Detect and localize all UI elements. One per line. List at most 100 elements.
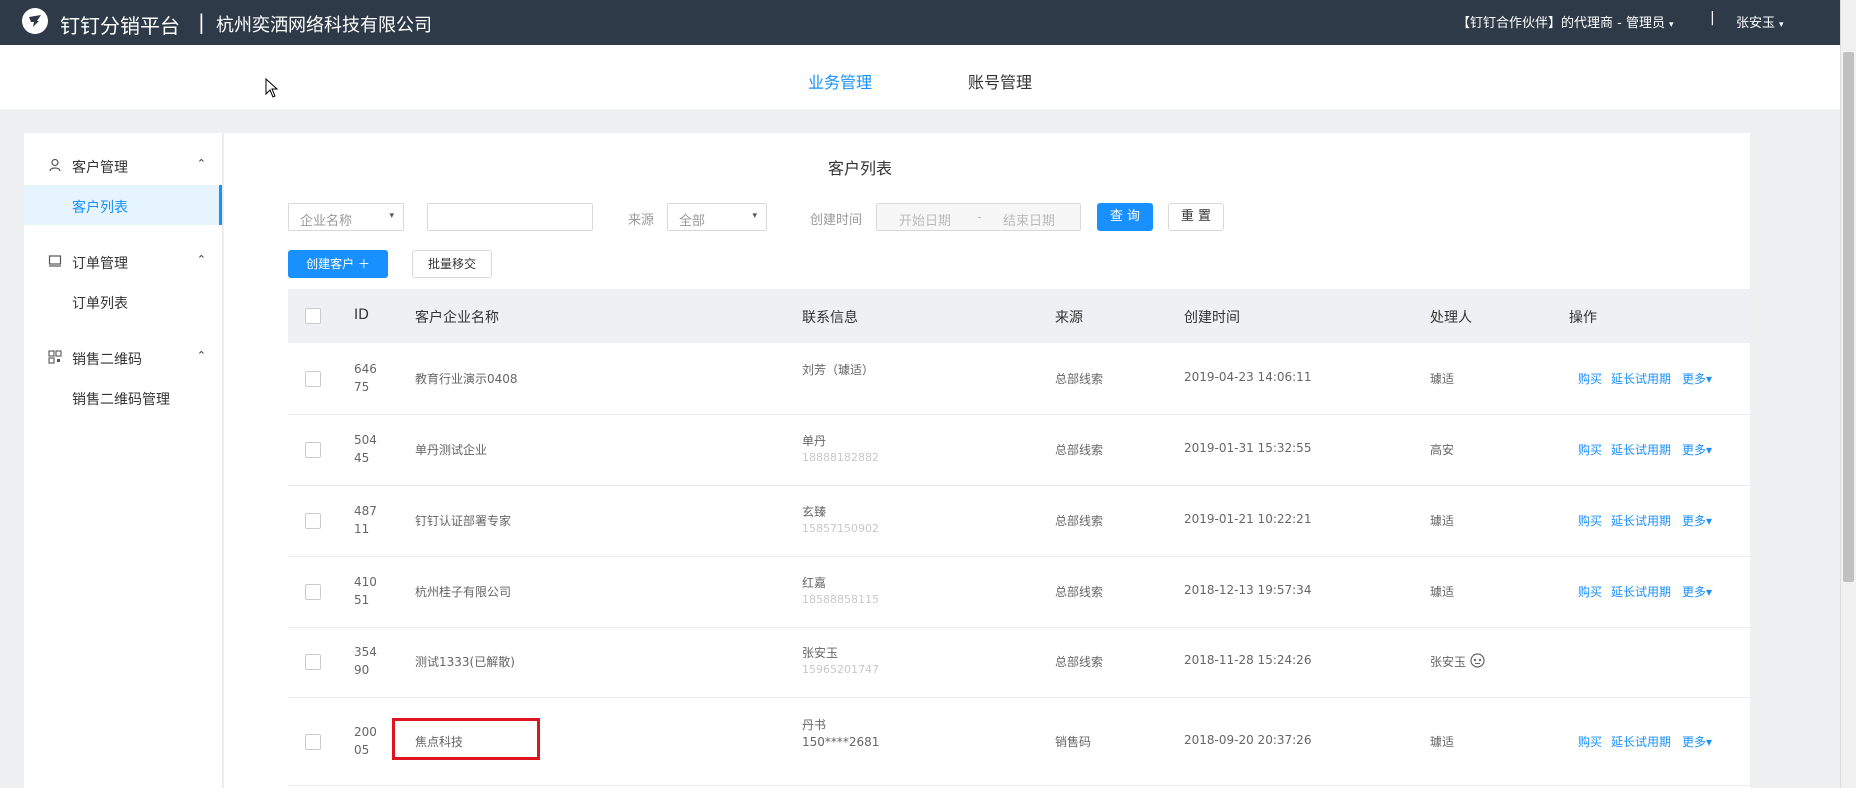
reset-button[interactable]: 重 置 bbox=[1168, 203, 1224, 231]
buy-link[interactable]: 购买 bbox=[1578, 733, 1602, 750]
extend-trial-link[interactable]: 延长试用期 bbox=[1611, 583, 1671, 600]
row-id: 504 45 bbox=[354, 433, 377, 465]
row-id: 200 05 bbox=[354, 725, 377, 757]
chevron-down-icon: ▾ bbox=[752, 211, 757, 221]
row-company-name: 单丹测试企业 bbox=[415, 443, 488, 457]
row-id: 410 51 bbox=[354, 575, 377, 607]
row-checkbox[interactable] bbox=[305, 734, 321, 750]
more-menu[interactable]: 更多▾ bbox=[1682, 512, 1712, 529]
extend-trial-link[interactable]: 延长试用期 bbox=[1611, 512, 1671, 529]
sidebar-item-qrcode-manage[interactable]: 销售二维码管理 bbox=[24, 377, 222, 417]
sidebar: 客户管理 ⌃ 客户列表 订单管理 ⌃ 订单列表 销售二维码 ⌃ 销售二维码管理 bbox=[24, 133, 223, 788]
row-company-name: 教育行业演示0408 bbox=[415, 372, 518, 386]
table-row[interactable]: 487 11 钉钉认证部署专家 玄臻 15857150902 总部线索 2019-… bbox=[288, 485, 1752, 557]
tab-account[interactable]: 账号管理 bbox=[968, 69, 1032, 93]
row-source: 总部线索 bbox=[1055, 372, 1104, 386]
top-separator: | bbox=[1710, 10, 1715, 26]
created-time-label: 创建时间 bbox=[810, 213, 863, 228]
row-contact-phone: 15857150902 bbox=[802, 522, 879, 535]
buy-link[interactable]: 购买 bbox=[1578, 583, 1602, 600]
sidebar-item-order-list[interactable]: 订单列表 bbox=[24, 281, 222, 321]
date-range-picker[interactable]: 开始日期 - 结束日期 bbox=[876, 203, 1081, 231]
column-header-handler: 处理人 bbox=[1430, 310, 1472, 326]
row-id: 487 11 bbox=[354, 504, 377, 536]
sidebar-group-customers[interactable]: 客户管理 ⌃ bbox=[24, 145, 222, 185]
column-header-created: 创建时间 bbox=[1184, 310, 1240, 326]
buy-link[interactable]: 购买 bbox=[1578, 370, 1602, 387]
column-header-source: 来源 bbox=[1055, 310, 1083, 326]
table-row[interactable]: 646 75 教育行业演示0408 刘芳（璩适） 总部线索 2019-04-23 … bbox=[288, 343, 1752, 415]
scrollbar-thumb[interactable] bbox=[1843, 52, 1854, 582]
date-range-dash: - bbox=[977, 210, 982, 225]
user-name: 张安玉 bbox=[1736, 16, 1776, 31]
sidebar-group-qrcode[interactable]: 销售二维码 ⌃ bbox=[24, 337, 222, 377]
table-header: ID 客户企业名称 联系信息 来源 创建时间 处理人 操作 bbox=[288, 289, 1752, 343]
extend-trial-link[interactable]: 延长试用期 bbox=[1611, 370, 1671, 387]
row-handler: 璩适 bbox=[1430, 372, 1455, 386]
main-nav: 业务管理 账号管理 bbox=[0, 45, 1840, 109]
page-scrollbar[interactable] bbox=[1840, 0, 1856, 788]
extend-trial-link[interactable]: 延长试用期 bbox=[1611, 441, 1671, 458]
row-company-name: 测试1333(已解散) bbox=[415, 655, 515, 669]
row-contact: 玄臻 bbox=[802, 505, 827, 519]
row-contact: 单丹 bbox=[802, 434, 827, 448]
source-select[interactable]: 全部 ▾ bbox=[667, 203, 767, 231]
dingtalk-logo-icon bbox=[22, 8, 48, 34]
chevron-down-icon: ▾ bbox=[1779, 20, 1784, 30]
chevron-down-icon: ▾ bbox=[389, 211, 394, 221]
row-handler: 张安玉 bbox=[1430, 655, 1467, 669]
chevron-up-icon: ⌃ bbox=[196, 349, 206, 362]
end-date-placeholder: 结束日期 bbox=[1003, 214, 1056, 229]
more-menu[interactable]: 更多▾ bbox=[1682, 583, 1712, 600]
select-all-checkbox[interactable] bbox=[305, 308, 321, 324]
sidebar-item-customer-list[interactable]: 客户列表 bbox=[24, 185, 222, 225]
query-button[interactable]: 查 询 bbox=[1097, 203, 1153, 231]
agent-role-menu[interactable]: 【钉钉合作伙伴】的代理商 - 管理员 ▾ bbox=[1457, 12, 1674, 31]
table-row[interactable]: 354 90 测试1333(已解散) 张安玉 15965201747 总部线索 2… bbox=[288, 627, 1752, 698]
sidebar-group-orders[interactable]: 订单管理 ⌃ bbox=[24, 241, 222, 281]
row-checkbox[interactable] bbox=[305, 371, 321, 387]
chevron-down-icon: ▾ bbox=[1668, 20, 1674, 30]
extend-trial-link[interactable]: 延长试用期 bbox=[1611, 733, 1671, 750]
row-company-name: 钉钉认证部署专家 bbox=[415, 514, 512, 528]
more-menu[interactable]: 更多▾ bbox=[1682, 733, 1712, 750]
row-created-time: 2019-01-21 10:22:21 bbox=[1184, 512, 1312, 526]
user-menu[interactable]: 张安玉 ▾ bbox=[1736, 12, 1784, 31]
row-contact-phone: 15965201747 bbox=[802, 663, 879, 676]
row-handler: 璩适 bbox=[1430, 514, 1455, 528]
row-id: 354 90 bbox=[354, 645, 377, 677]
brand-title: 钉钉分销平台 bbox=[60, 14, 180, 38]
row-checkbox[interactable] bbox=[305, 513, 321, 529]
table-row[interactable]: 410 51 杭州桂子有限公司 红嘉 18588858115 总部线索 2018-… bbox=[288, 556, 1752, 628]
chevron-up-icon: ⌃ bbox=[196, 157, 206, 170]
buy-link[interactable]: 购买 bbox=[1578, 512, 1602, 529]
more-menu[interactable]: 更多▾ bbox=[1682, 370, 1712, 387]
column-header-name: 客户企业名称 bbox=[415, 310, 499, 326]
row-created-time: 2018-12-13 19:57:34 bbox=[1184, 583, 1312, 597]
table-row[interactable]: 504 45 单丹测试企业 单丹 18888182882 总部线索 2019-01… bbox=[288, 414, 1752, 486]
row-checkbox[interactable] bbox=[305, 442, 321, 458]
more-menu[interactable]: 更多▾ bbox=[1682, 441, 1712, 458]
cursor-icon bbox=[265, 78, 279, 98]
sidebar-item-label: 销售二维码管理 bbox=[72, 392, 170, 408]
row-handler: 璩适 bbox=[1430, 585, 1455, 599]
row-company-name: 杭州桂子有限公司 bbox=[415, 585, 512, 599]
sidebar-item-label: 客户列表 bbox=[72, 200, 128, 216]
column-header-id: ID bbox=[354, 307, 369, 323]
row-source: 总部线索 bbox=[1055, 585, 1104, 599]
batch-transfer-button[interactable]: 批量移交 bbox=[412, 250, 492, 278]
keyword-input[interactable] bbox=[427, 203, 593, 231]
chevron-up-icon: ⌃ bbox=[196, 253, 206, 266]
row-created-time: 2019-01-31 15:32:55 bbox=[1184, 441, 1312, 455]
source-label: 来源 bbox=[628, 213, 655, 228]
create-customer-button[interactable]: 创建客户 ＋ bbox=[288, 250, 388, 278]
row-checkbox[interactable] bbox=[305, 584, 321, 600]
field-select[interactable]: 企业名称 ▾ bbox=[288, 203, 404, 231]
row-checkbox[interactable] bbox=[305, 654, 321, 670]
buy-link[interactable]: 购买 bbox=[1578, 441, 1602, 458]
tab-business[interactable]: 业务管理 bbox=[808, 69, 872, 93]
row-contact-phone: 150****2681 bbox=[802, 735, 880, 749]
sidebar-group-label: 销售二维码 bbox=[72, 352, 142, 368]
row-id: 646 75 bbox=[354, 362, 377, 394]
agent-role-label: 【钉钉合作伙伴】的代理商 - 管理员 bbox=[1457, 16, 1665, 31]
